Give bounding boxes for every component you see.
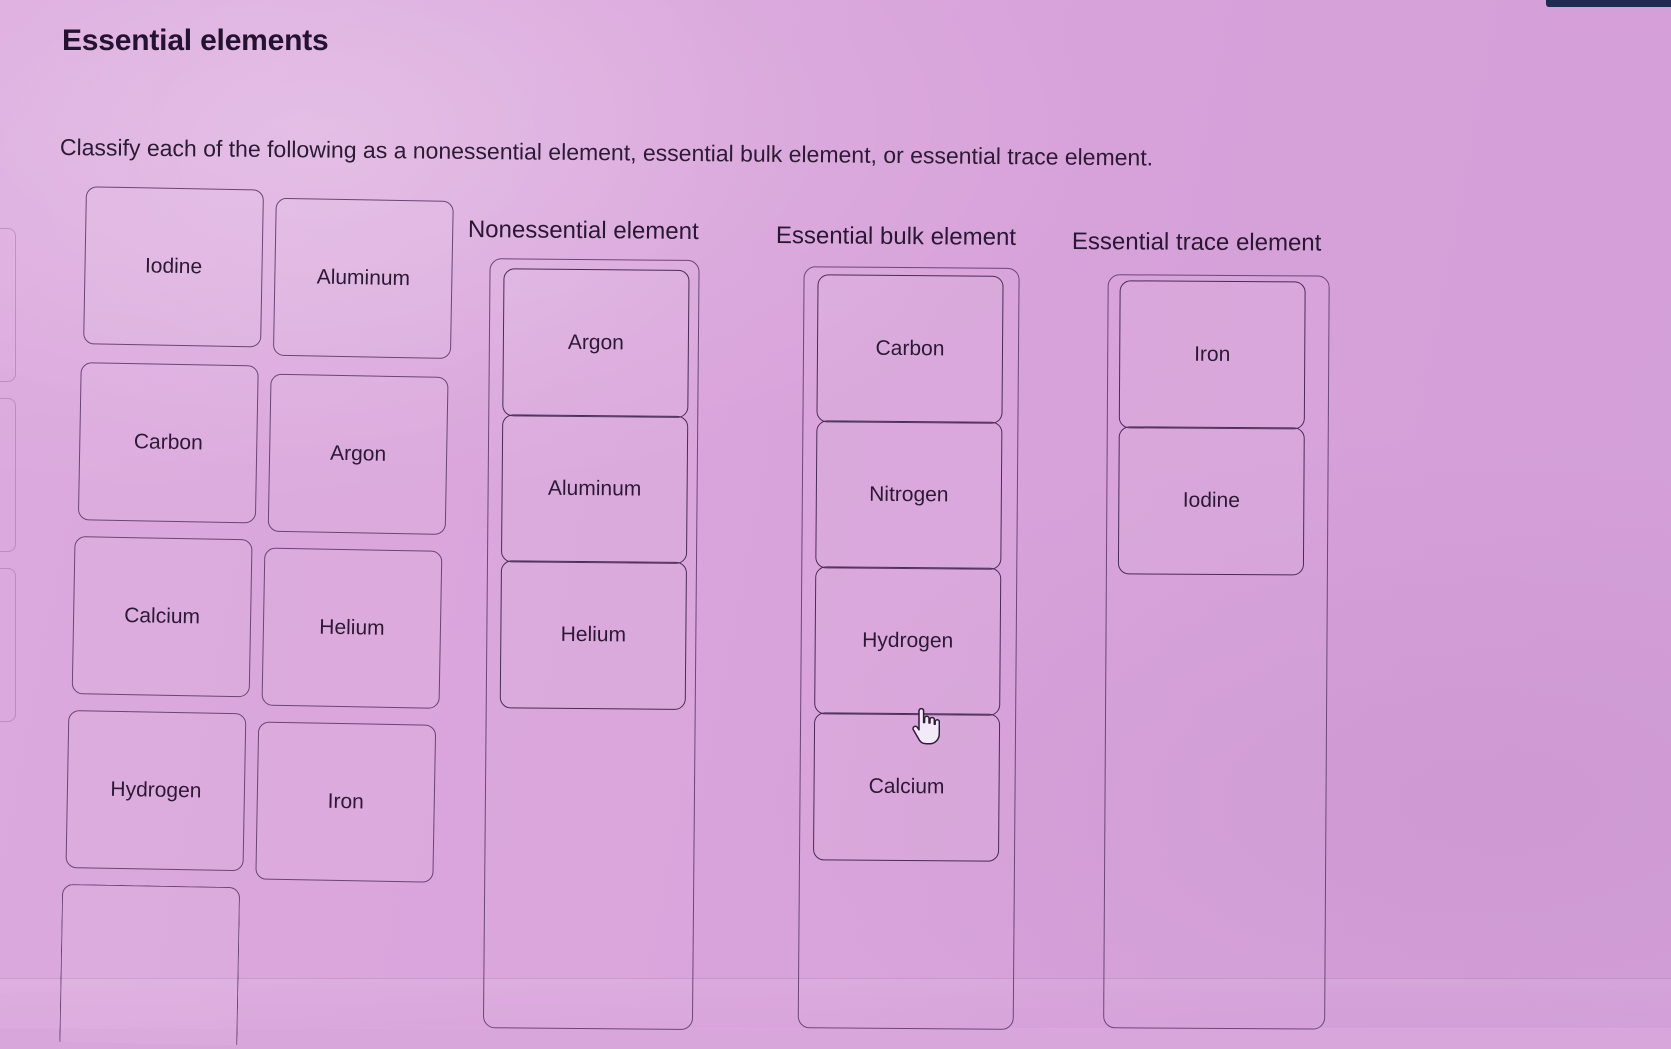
column-header: Nonessential element	[467, 216, 699, 246]
placed-tile[interactable]: Nitrogen	[815, 420, 1003, 570]
bank-tile[interactable]: Hydrogen	[65, 710, 247, 872]
page-title: Essential elements	[62, 24, 329, 57]
bank-tile-label: Iodine	[144, 254, 203, 279]
column-header: Essential bulk element	[775, 222, 1017, 251]
bank-tile-label: Argon	[329, 441, 387, 466]
bank-tile-label: Hydrogen	[110, 777, 202, 803]
placed-tile-label: Iodine	[1182, 488, 1241, 513]
element-source-bank: Iodine Aluminum Carbon Argon Calcium Hel…	[58, 186, 464, 1046]
bank-tile[interactable]: Iron	[255, 721, 437, 883]
placed-tile[interactable]: Carbon	[816, 274, 1004, 424]
instruction-text: Classify each of the following as a none…	[59, 134, 1154, 171]
placed-tile-label: Iron	[1194, 342, 1231, 366]
placed-tile[interactable]: Iron	[1118, 280, 1306, 430]
placed-tile[interactable]: Aluminum	[500, 414, 689, 564]
bank-tile[interactable]: Helium	[261, 547, 443, 709]
bank-tile-label: Aluminum	[316, 265, 411, 291]
bank-tile[interactable]: Argon	[267, 373, 449, 535]
offscreen-tile-ghost-3	[0, 568, 16, 722]
bank-tile[interactable]: Carbon	[77, 362, 259, 524]
bank-tile[interactable]	[59, 883, 241, 1046]
bank-tile[interactable]: Iodine	[83, 186, 264, 348]
placed-tile-label: Helium	[560, 622, 627, 647]
placed-tile[interactable]: Hydrogen	[814, 566, 1002, 716]
placed-tile-label: Hydrogen	[862, 628, 954, 653]
drop-column-essential-trace[interactable]: Essential trace element Iron Iodine	[1067, 228, 1402, 1030]
placed-tile[interactable]: Calcium	[812, 712, 1001, 862]
placed-tile-label: Argon	[567, 330, 625, 355]
placed-tile[interactable]: Iodine	[1117, 426, 1305, 576]
drop-column-nonessential[interactable]: Nonessential element Argon Aluminum Heli…	[461, 216, 798, 1031]
column-header: Essential trace element	[1071, 228, 1322, 257]
offscreen-tile-ghost-1	[0, 228, 16, 382]
bank-tile-label: Calcium	[123, 603, 201, 629]
drop-column-essential-bulk[interactable]: Essential bulk element Carbon Nitrogen H…	[770, 222, 1106, 1031]
placed-tile-label: Aluminum	[547, 476, 642, 501]
placed-tile-label: Calcium	[868, 774, 945, 799]
bank-tile-label: Carbon	[133, 430, 203, 455]
bank-tile-label: Iron	[327, 789, 365, 814]
placed-tile-label: Nitrogen	[869, 482, 949, 507]
placed-tile-label: Carbon	[875, 336, 945, 361]
bank-tile[interactable]: Aluminum	[272, 197, 454, 359]
bank-tile-label: Helium	[319, 615, 385, 640]
placed-tile[interactable]: Argon	[502, 268, 690, 418]
placed-tile[interactable]: Helium	[499, 560, 687, 710]
page-background: Essential elements Classify each of the …	[0, 0, 1671, 1046]
offscreen-tile-ghost-2	[0, 398, 16, 552]
bank-tile[interactable]: Calcium	[71, 536, 253, 698]
screen-edge-strip	[1546, 0, 1671, 7]
